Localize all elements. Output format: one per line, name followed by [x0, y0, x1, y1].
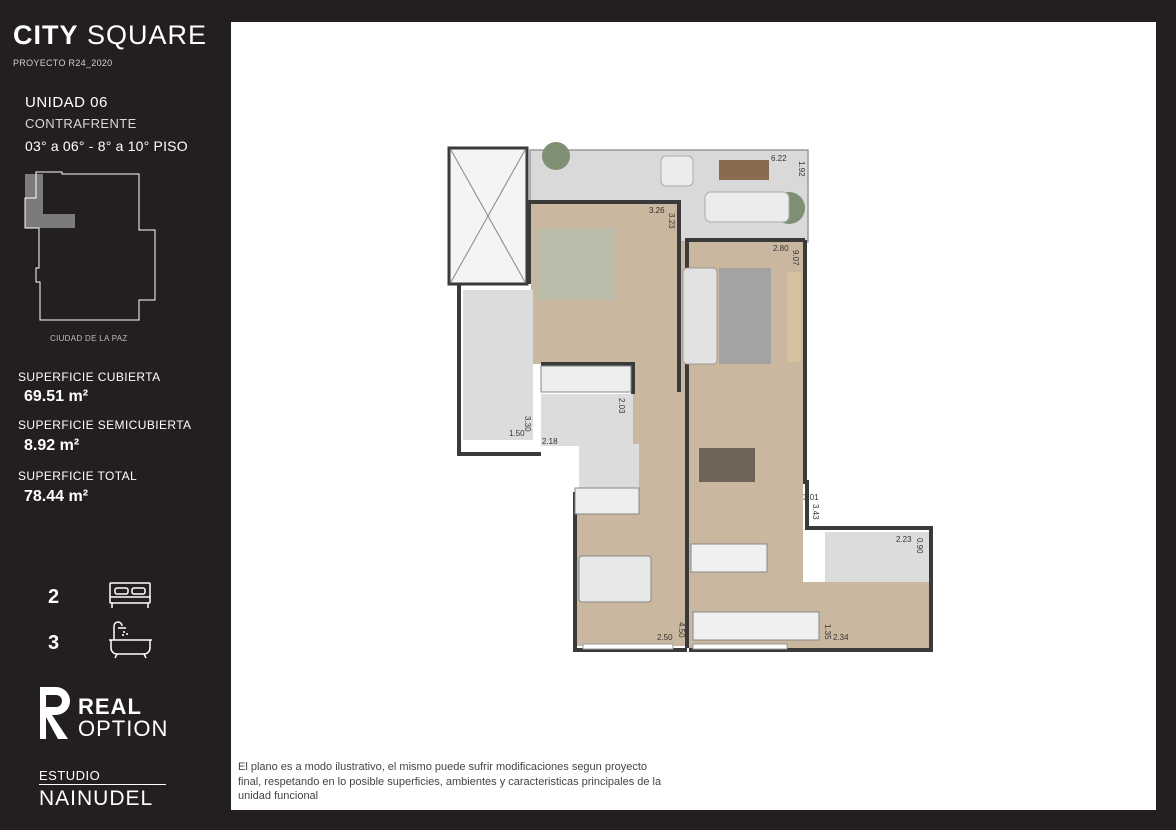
- dim-label: 3.01: [803, 493, 819, 502]
- dim-label: 2.34: [833, 633, 849, 642]
- street-label: CIUDAD DE LA PAZ: [50, 334, 128, 343]
- real-option-logo-text: REAL OPTION: [78, 694, 169, 741]
- studio-divider: [39, 784, 166, 785]
- studio-name: NAINUDEL: [39, 787, 154, 810]
- floor-plan: 6.22 1.92 3.26 3.23 2.80 9.07 3.30 1.50 …: [447, 142, 933, 652]
- bathtub-icon: [109, 621, 152, 659]
- unit-highlight-lower: [25, 214, 75, 228]
- bed-1: [537, 228, 615, 300]
- tv-unit: [787, 272, 801, 362]
- bedroom-count: 2: [48, 586, 60, 608]
- bed-icon: [109, 582, 151, 608]
- dining-table: [699, 448, 755, 482]
- brand-title: CITY SQUARE: [13, 20, 208, 50]
- semi-area-value: 8.92 m²: [24, 437, 80, 454]
- terrace-armchair: [660, 155, 694, 187]
- dim-label: 9.07: [791, 250, 800, 266]
- dim-label: 3.26: [649, 206, 665, 215]
- kitchen-counter: [692, 611, 820, 641]
- window-bottom: [582, 643, 674, 650]
- dim-label: 6.22: [771, 154, 787, 163]
- disclaimer: El plano es a modo ilustrativo, el mismo…: [238, 761, 662, 802]
- sofa: [682, 267, 718, 365]
- kitchen-island: [690, 543, 768, 573]
- dim-label: 2.80: [773, 244, 789, 253]
- terrace-sofa: [704, 191, 790, 223]
- terrace-plant: [542, 142, 570, 170]
- building-outline: [24, 171, 156, 321]
- dim-label: 1.50: [509, 429, 525, 438]
- dim-label: 2.03: [617, 398, 626, 414]
- total-area-label: SUPERFICIE TOTAL: [18, 469, 138, 483]
- key-plan: [24, 171, 156, 321]
- bathroom-count: 3: [48, 632, 60, 654]
- dim-label: 1.92: [797, 161, 806, 177]
- dim-label: 2.50: [657, 633, 673, 642]
- kitchen-extension-floor: [803, 582, 931, 648]
- terrace-bench: [719, 160, 769, 180]
- dim-label: 3.43: [811, 504, 820, 520]
- project-code: PROYECTO R24_2020: [13, 58, 113, 68]
- covered-area-value: 69.51 m²: [24, 388, 89, 405]
- real-option-logo-mark: [40, 687, 70, 739]
- unit-orientation: CONTRAFRENTE: [25, 116, 137, 131]
- unit-floors: 03° a 06° - 8° a 10° PISO: [25, 138, 188, 154]
- dim-label: 2.23: [896, 535, 912, 544]
- window-bottom: [692, 643, 788, 650]
- rug: [719, 268, 771, 364]
- unit-name: UNIDAD 06: [25, 94, 108, 111]
- dim-label: 4.50: [677, 622, 686, 638]
- semi-area-label: SUPERFICIE SEMICUBIERTA: [18, 418, 192, 432]
- dim-label: 1.35: [823, 624, 832, 640]
- wardrobe-2: [574, 487, 640, 515]
- bathroom-1-floor: [463, 290, 533, 440]
- studio-label: ESTUDIO: [39, 768, 101, 783]
- bed-2: [578, 555, 652, 603]
- floor-plan-canvas: 6.22 1.92 3.26 3.23 2.80 9.07 3.30 1.50 …: [231, 22, 1156, 810]
- total-area-value: 78.44 m²: [24, 488, 89, 505]
- sidebar: CITY SQUARE PROYECTO R24_2020 UNIDAD 06 …: [0, 0, 230, 830]
- wc-floor: [579, 444, 639, 488]
- covered-area-label: SUPERFICIE CUBIERTA: [18, 370, 161, 384]
- wardrobe-1: [540, 365, 632, 393]
- dim-label: 2.18: [542, 437, 558, 446]
- dim-label: 0.90: [915, 538, 924, 554]
- bathroom-3-floor: [825, 532, 929, 582]
- dim-label: 3.23: [667, 213, 676, 229]
